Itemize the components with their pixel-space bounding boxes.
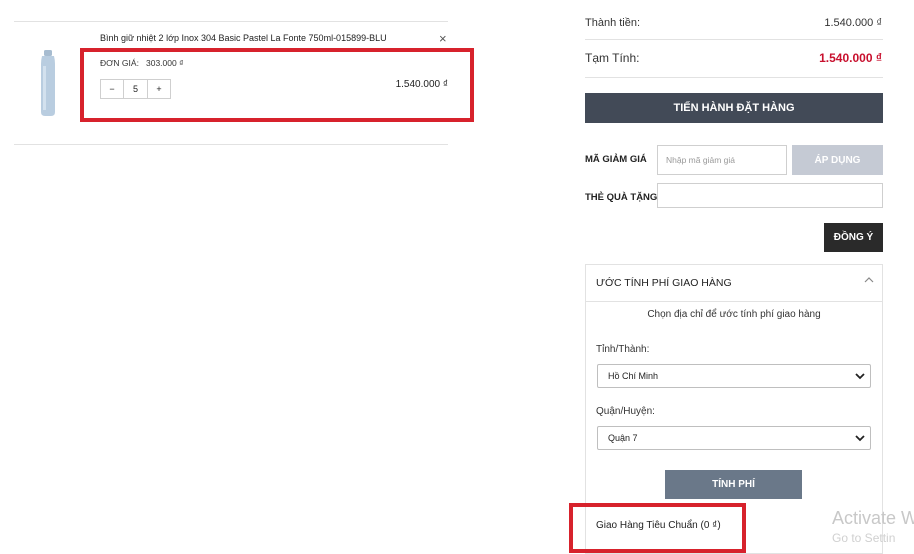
activation-watermark-sub: Go to Settin	[832, 531, 896, 545]
province-select[interactable]: Hồ Chí Minh	[597, 364, 871, 388]
highlight-box-cart-item	[80, 48, 474, 122]
district-label: Quận/Huyện:	[596, 406, 655, 417]
coupon-input[interactable]: Nhập mã giảm giá	[657, 145, 787, 175]
calculate-shipping-button[interactable]: TÍNH PHÍ	[665, 470, 802, 499]
shipping-hint: Chọn địa chỉ để ước tính phí giao hàng	[647, 309, 821, 320]
shipping-estimate-title[interactable]: ƯỚC TÍNH PHÍ GIAO HÀNG	[596, 277, 732, 289]
province-label: Tỉnh/Thành:	[596, 344, 650, 355]
gift-card-label: THẺ QUÀ TẶNG	[585, 192, 658, 203]
product-name[interactable]: Bình giữ nhiệt 2 lớp Inox 304 Basic Past…	[100, 33, 387, 43]
checkout-button[interactable]: TIẾN HÀNH ĐẶT HÀNG	[585, 93, 883, 123]
summary-divider-2	[585, 77, 883, 78]
chevron-up-icon[interactable]	[863, 274, 875, 286]
chevron-down-icon	[855, 435, 865, 442]
gift-card-input[interactable]	[657, 183, 883, 208]
subtotal-label: Tạm Tính:	[585, 51, 640, 65]
cart-divider-top	[14, 21, 448, 22]
district-selected-value: Quận 7	[608, 433, 638, 443]
shipping-header-divider	[586, 301, 882, 302]
total-value: 1.540.000 ₫	[824, 17, 882, 29]
apply-coupon-button[interactable]: ÁP DỤNG	[792, 145, 883, 175]
chevron-down-icon	[855, 373, 865, 380]
summary-divider	[585, 39, 883, 40]
highlight-box-shipping-option	[569, 503, 746, 553]
total-label: Thành tiền:	[585, 17, 641, 29]
coupon-label: MÃ GIẢM GIÁ	[585, 154, 647, 165]
province-selected-value: Hồ Chí Minh	[608, 371, 659, 381]
remove-item-icon[interactable]: ×	[439, 31, 447, 46]
cart-divider-bottom	[14, 144, 448, 145]
product-thumbnail[interactable]	[32, 48, 64, 118]
activation-watermark: Activate W	[832, 508, 914, 528]
district-select[interactable]: Quận 7	[597, 426, 871, 450]
agree-button[interactable]: ĐỒNG Ý	[824, 223, 883, 252]
subtotal-value: 1.540.000 ₫	[819, 51, 882, 65]
